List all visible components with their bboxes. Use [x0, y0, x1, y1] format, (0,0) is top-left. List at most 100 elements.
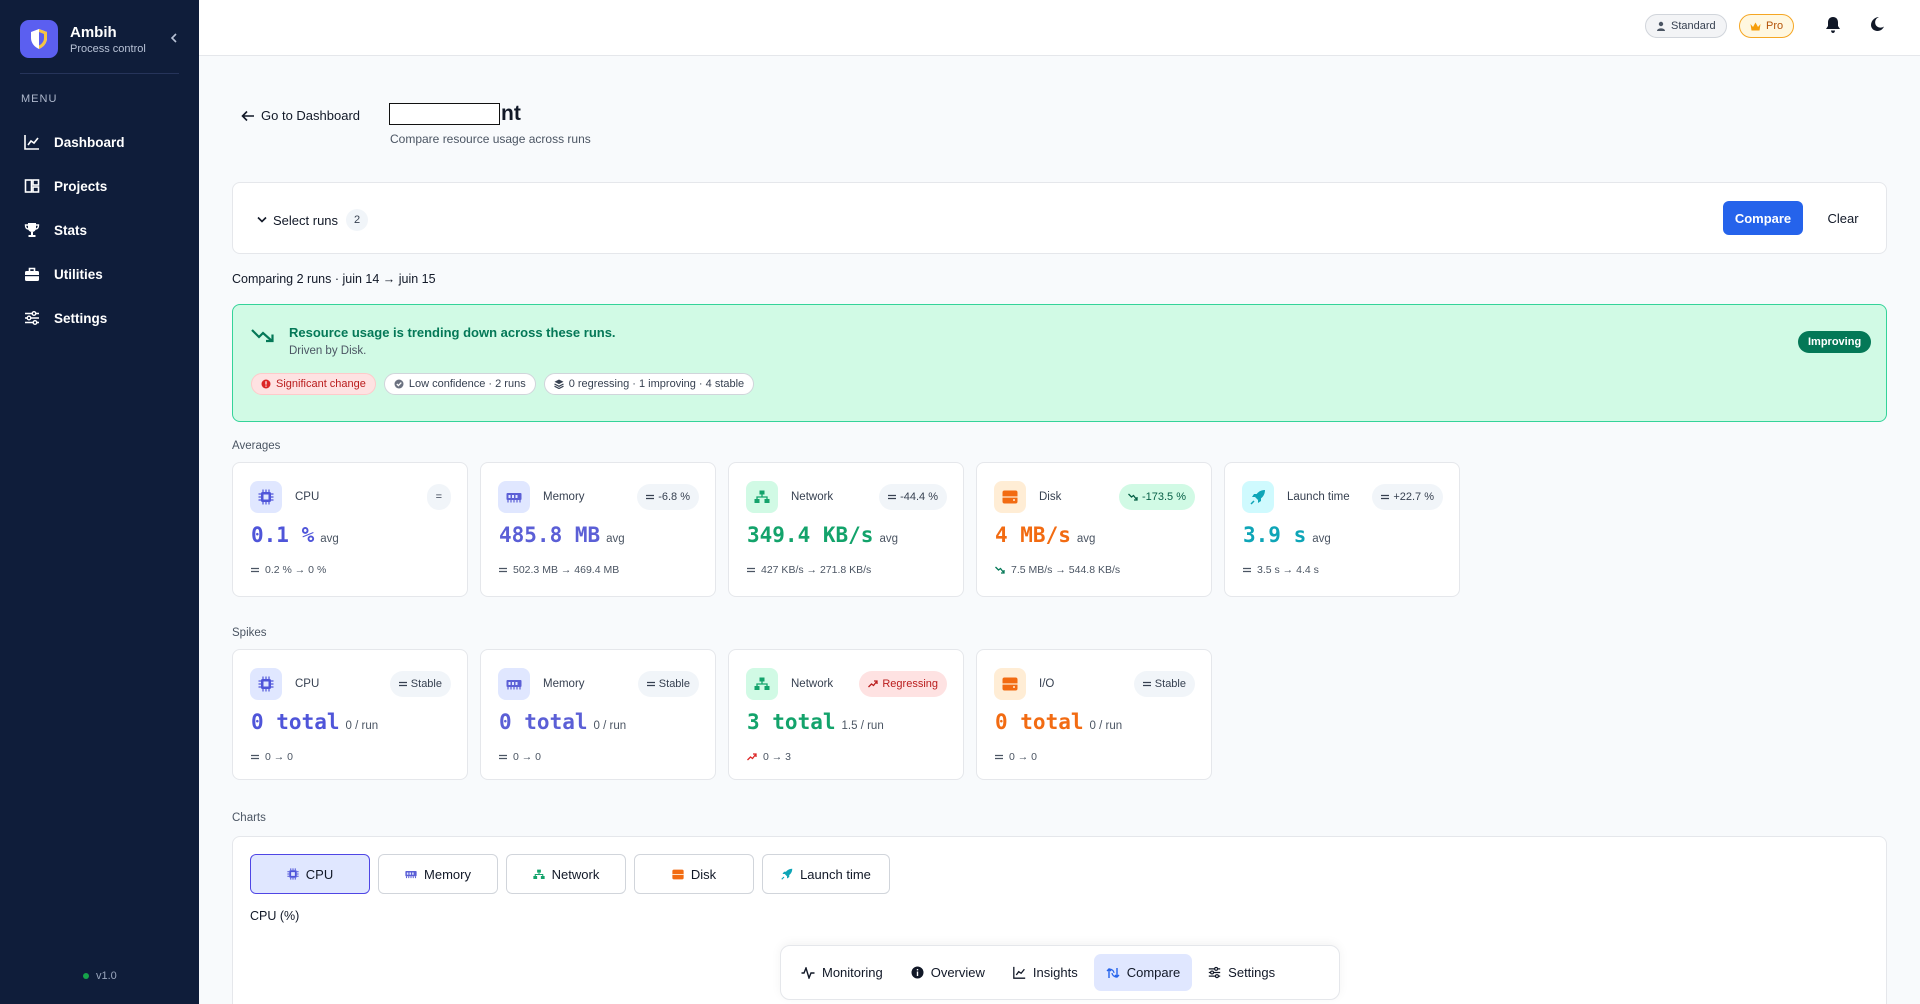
tab-network[interactable]: Network: [506, 854, 626, 894]
brand[interactable]: Ambih Process control: [20, 20, 146, 58]
charts-label: Charts: [232, 812, 266, 824]
equal-icon: [995, 754, 1003, 760]
equal-icon: [1381, 494, 1390, 500]
memory-icon: [498, 668, 530, 700]
metric-delta: 7.5 MB/s → 544.8 KB/s: [995, 564, 1120, 576]
sidebar-item-dashboard[interactable]: Dashboard: [14, 120, 184, 164]
projects-icon: [24, 179, 40, 193]
spike-card-io[interactable]: I/O Stable 0 total 0 / run 0 → 0: [976, 649, 1212, 780]
averages-label: Averages: [232, 440, 281, 452]
change-badge: -44.4 %: [879, 484, 947, 510]
network-icon: [746, 668, 778, 700]
shield-logo-icon: [20, 20, 58, 58]
sidebar: Ambih Process control MENU Dashboard Pro…: [0, 0, 199, 1004]
trend-badge: Stable: [637, 671, 699, 697]
sidebar-item-settings[interactable]: Settings: [14, 296, 184, 340]
metric-name: CPU: [295, 678, 320, 690]
avg-card-network[interactable]: Network -44.4 % 349.4 KB/s avg 427 KB/s →…: [728, 462, 964, 597]
metric-delta: 0 → 0: [995, 751, 1037, 763]
page-title-text: nt: [501, 102, 521, 125]
status-badge: Improving: [1798, 331, 1872, 353]
metric-name: Memory: [543, 678, 585, 690]
low-confidence-tag: Low confidence · 2 runs: [383, 373, 536, 395]
chevron-left-icon[interactable]: [166, 30, 182, 46]
rocket-icon: [1242, 481, 1274, 513]
sidebar-item-label: Settings: [54, 310, 108, 326]
sidebar-item-label: Utilities: [54, 266, 103, 282]
toolbox-icon: [25, 267, 39, 281]
memory-icon: [405, 871, 417, 879]
trending-up-icon: [747, 753, 757, 761]
avg-card-memory[interactable]: Memory -6.8 % 485.8 MB avg 502.3 MB → 469…: [480, 462, 716, 597]
tab-disk[interactable]: Disk: [634, 854, 754, 894]
tab-memory[interactable]: Memory: [378, 854, 498, 894]
compare-button[interactable]: Compare: [1723, 201, 1803, 235]
equal-icon: [251, 754, 259, 760]
trending-down-icon: [251, 327, 275, 348]
sidebar-item-label: Projects: [54, 178, 108, 194]
user-icon: [1657, 21, 1665, 31]
nav-insights[interactable]: Insights: [1001, 954, 1090, 991]
trend-badge: Stable: [1133, 671, 1195, 697]
selected-count-badge: 2: [346, 209, 369, 231]
spike-card-cpu[interactable]: CPU Stable 0 total 0 / run 0 → 0: [232, 649, 468, 780]
avg-card-cpu[interactable]: CPU = 0.1 % avg 0.2 % → 0 %: [232, 462, 468, 597]
metric-name: Network: [791, 491, 834, 503]
change-badge: -173.5 %: [1118, 484, 1195, 510]
chart-tabs: CPU Memory Network Disk Launch time: [250, 854, 898, 894]
select-runs-toggle[interactable]: Select runs 2: [257, 209, 369, 231]
metric-delta: 0 → 0: [251, 751, 293, 763]
bell-icon[interactable]: [1825, 16, 1841, 39]
plan-pro-chip[interactable]: Pro: [1739, 14, 1795, 38]
standard-label: Standard: [1671, 20, 1716, 32]
memory-icon: [498, 481, 530, 513]
nav-overview[interactable]: Overview: [899, 954, 997, 991]
nav-monitoring[interactable]: Monitoring: [789, 954, 895, 991]
equal-icon: [1243, 567, 1251, 573]
equal-icon: [646, 494, 655, 500]
bottom-nav: Monitoring Overview Insights Compare Set…: [780, 945, 1340, 1000]
page-title: nt: [389, 102, 521, 126]
rocket-icon: [781, 868, 793, 880]
avg-card-disk[interactable]: Disk -173.5 % 4 MB/s avg 7.5 MB/s → 544.8…: [976, 462, 1212, 597]
go-to-dashboard-link[interactable]: Go to Dashboard: [241, 108, 360, 123]
nav-compare[interactable]: Compare: [1093, 954, 1193, 991]
tab-cpu[interactable]: CPU: [250, 854, 370, 894]
metric-delta: 0.2 % → 0 %: [251, 564, 326, 576]
chevron-down-icon: [257, 216, 267, 223]
disk-icon: [672, 869, 684, 879]
trending-up-icon: [868, 680, 879, 688]
equal-icon: [499, 754, 507, 760]
sidebar-item-stats[interactable]: Stats: [14, 208, 184, 252]
cpu-icon: [287, 868, 299, 880]
equal-icon: [888, 494, 897, 500]
avg-card-launch-time[interactable]: Launch time +22.7 % 3.9 s avg 3.5 s → 4.4…: [1224, 462, 1460, 597]
nav-settings[interactable]: Settings: [1196, 954, 1287, 991]
chart-line-icon: [1013, 966, 1026, 979]
metric-value: 3 total 1.5 / run: [747, 710, 884, 734]
trending-down-icon: [1128, 493, 1138, 501]
equal-icon: [499, 567, 507, 573]
menu-label: MENU: [21, 93, 58, 105]
sidebar-item-projects[interactable]: Projects: [14, 164, 184, 208]
metric-name: Network: [791, 678, 834, 690]
sidebar-item-utilities[interactable]: Utilities: [14, 252, 184, 296]
moon-icon[interactable]: [1869, 16, 1885, 37]
summary-counts-tag: 0 regressing · 1 improving · 4 stable: [543, 373, 755, 395]
spike-card-network[interactable]: Network Regressing 3 total 1.5 / run 0 → …: [728, 649, 964, 780]
disk-icon: [994, 481, 1026, 513]
activity-icon: [801, 966, 815, 979]
spike-card-memory[interactable]: Memory Stable 0 total 0 / run 0 → 0: [480, 649, 716, 780]
change-badge: =: [426, 484, 451, 510]
network-icon: [533, 869, 545, 879]
metric-value: 0 total 0 / run: [499, 710, 627, 734]
chart-line-icon: [24, 135, 39, 150]
select-runs-panel: Select runs 2 Compare Clear: [232, 182, 1887, 254]
metric-name: CPU: [295, 491, 320, 503]
clear-button[interactable]: Clear: [1813, 201, 1873, 235]
plan-standard-chip[interactable]: Standard: [1645, 14, 1727, 38]
alert-circle-icon: [261, 379, 271, 389]
metric-value: 3.9 s avg: [1243, 523, 1331, 547]
tab-launch-time[interactable]: Launch time: [762, 854, 890, 894]
metric-value: 0 total 0 / run: [251, 710, 379, 734]
